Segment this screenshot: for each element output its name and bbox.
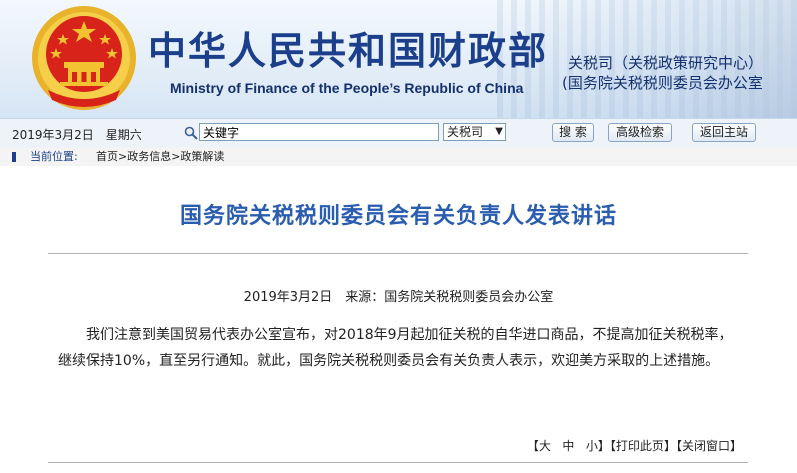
breadcrumb-path[interactable]: 首页>政务信息>政策解读 (96, 148, 224, 166)
current-date: 2019年3月2日 星期六 (12, 128, 142, 142)
divider (48, 462, 748, 463)
breadcrumb-marker-icon (12, 152, 16, 162)
search-scope-value: 关税司 (447, 125, 484, 139)
article-meta: 2019年3月2日 来源：国务院关税税则委员会办公室 (243, 290, 554, 305)
close-window-link[interactable]: 关闭窗口 (682, 439, 730, 453)
chevron-down-icon: ▼ (495, 126, 503, 137)
article-title: 国务院关税税则委员会有关负责人发表讲话 (179, 204, 617, 229)
print-page-link[interactable]: 打印此页 (616, 439, 664, 453)
search-icon (184, 126, 198, 140)
breadcrumb: 当前位置: 首页>政务信息>政策解读 (0, 148, 797, 166)
search-toolbar: 2019年3月2日 星期六 关税司 ▼ 搜 索 高级检索 返回主站 (0, 118, 797, 149)
article-body: 我们注意到美国贸易代表办公室宣布，对2018年9月起加征关税的自华进口商品，不提… (58, 327, 733, 369)
font-small-link[interactable]: 小 (586, 439, 598, 453)
font-medium-link[interactable]: 中 (562, 439, 574, 453)
search-input[interactable] (199, 123, 439, 141)
advanced-search-button[interactable]: 高级检索 (608, 123, 672, 142)
page-tools: 【大 中 小】【打印此页】【关闭窗口】 (526, 439, 742, 453)
site-title-english: Ministry of Finance of the People’s Repu… (170, 80, 524, 96)
site-title: 中华人民共和国财政部 (148, 28, 549, 73)
search-button[interactable]: 搜 索 (552, 123, 594, 142)
search-scope-select[interactable]: 关税司 ▼ (443, 123, 506, 141)
divider (48, 253, 748, 254)
department-name: 关税司（关税政策研究中心） (568, 54, 764, 72)
national-emblem-icon (32, 6, 136, 110)
department-subname: (国务院关税税则委员会办公室 (562, 74, 763, 92)
header-banner: 中华人民共和国财政部 Ministry of Finance of the Pe… (0, 0, 797, 118)
return-home-button[interactable]: 返回主站 (692, 123, 756, 142)
breadcrumb-label: 当前位置: (30, 150, 78, 163)
font-large-link[interactable]: 大 (539, 439, 551, 453)
